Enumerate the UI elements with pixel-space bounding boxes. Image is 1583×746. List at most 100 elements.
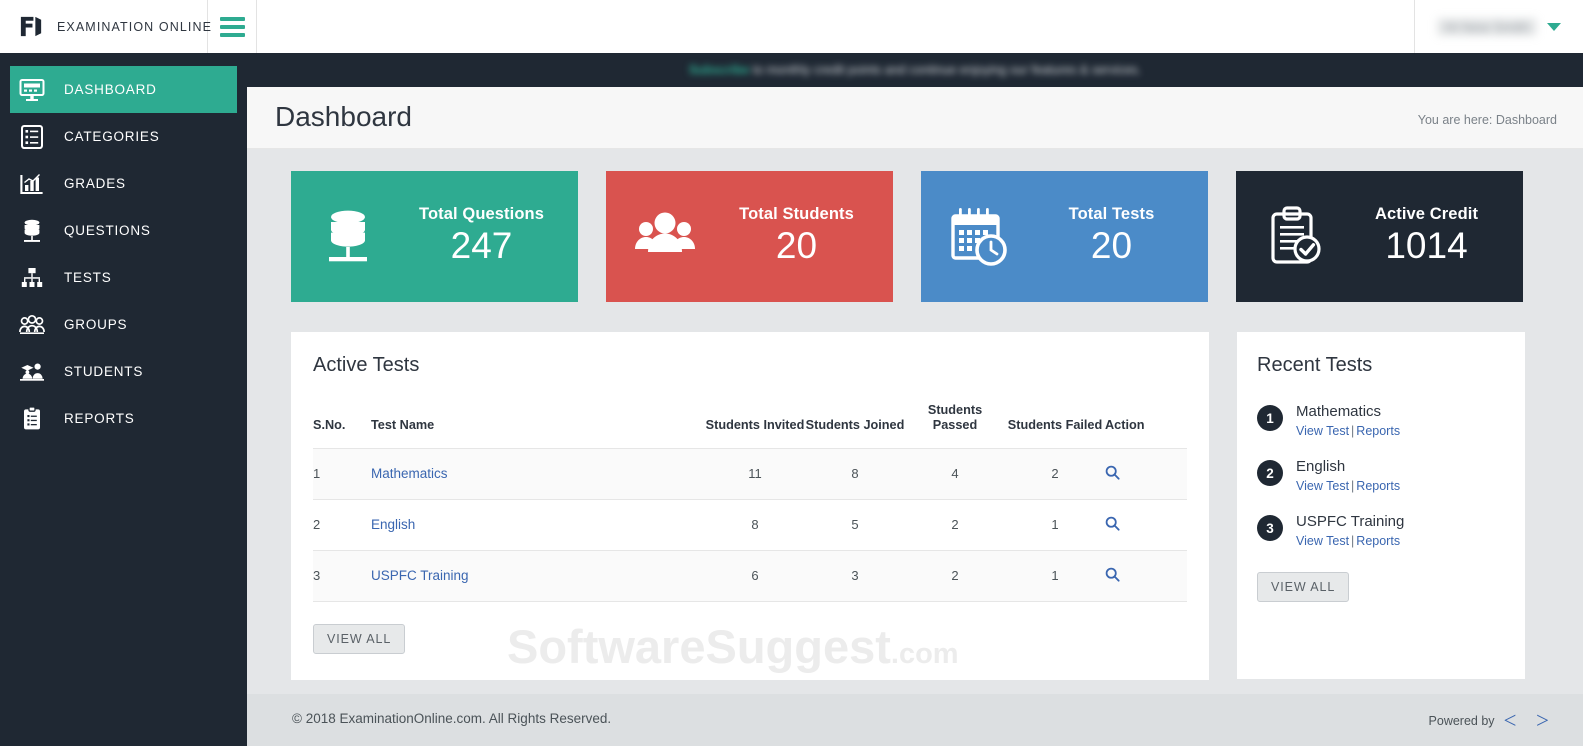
recent-test-number: 2 [1257,460,1283,486]
cell-students-passed: 2 [905,550,1005,601]
link-separator: | [1351,534,1354,548]
magnifier-icon[interactable] [1105,516,1120,531]
list-item: 2 English View Test | Reports [1257,458,1505,493]
reports-link[interactable]: Reports [1356,424,1400,438]
reports-link[interactable]: Reports [1356,479,1400,493]
footer: © 2018 ExaminationOnline.com. All Rights… [247,694,1583,746]
cell-students-failed: 2 [1005,448,1105,499]
stat-card-value: 247 [451,224,513,268]
stat-card-label: Total Questions [419,205,544,224]
cell-students-joined: 3 [805,550,905,601]
sidebar-item-dashboard[interactable]: DASHBOARD [10,66,237,113]
col-students-failed-label: Students Failed [1008,418,1102,432]
sidebar-toggle-button[interactable] [208,0,257,53]
powered-by-logo-icon[interactable]: < 𝒼 > [1504,708,1551,734]
test-name-link[interactable]: English [371,517,415,532]
stat-card-text: Total Students 20 [716,205,877,268]
sidebar-item-students[interactable]: STUDENTS [0,348,247,395]
view-test-link[interactable]: View Test [1296,479,1349,493]
stat-card-value: 20 [1091,224,1132,268]
sidebar-item-label: GROUPS [64,317,127,332]
people-group-icon [632,204,698,270]
brand-logo-icon [18,13,45,40]
cell-students-failed: 1 [1005,499,1105,550]
sidebar-item-label: REPORTS [64,411,135,426]
table-body: 1 Mathematics 11 8 4 2 2 English 8 5 2 1… [313,448,1187,601]
chevron-down-icon [1547,23,1561,31]
stat-cards-row: Total Questions 247 Total Students 20 To… [291,171,1523,302]
panel-title: Active Tests [313,354,1187,377]
sidebar-item-tests[interactable]: TESTS [0,254,247,301]
calendar-clock-icon [947,204,1013,270]
page-header: Dashboard You are here: Dashboard [247,87,1583,149]
cell-students-failed: 1 [1005,550,1105,601]
top-bar: EXAMINATION ONLINE Hi New Smith [0,0,1583,53]
sidebar-item-questions[interactable]: QUESTIONS [0,207,247,254]
notice-body: to monthly credit points and continue en… [749,63,1141,77]
stat-card-total-tests[interactable]: Total Tests 20 [921,171,1208,302]
stat-card-label: Total Students [739,205,854,224]
recent-test-links: View Test | Reports [1296,424,1400,438]
cell-sno: 1 [313,448,371,499]
stat-card-total-questions[interactable]: Total Questions 247 [291,171,578,302]
students-icon [18,358,46,386]
table-header-row: S.No. Test Name Students Invited Student… [313,403,1187,448]
sidebar: DASHBOARD CATEGORIES GRADES QUESTIONS TE… [0,0,247,746]
notice-highlight-link[interactable]: Subscribe [689,63,749,77]
stat-card-value: 1014 [1385,224,1467,268]
brand-name: EXAMINATION ONLINE [57,20,212,34]
sitemap-icon [18,264,46,292]
powered-by-label: Powered by [1429,714,1495,728]
magnifier-icon[interactable] [1105,567,1120,582]
bar-chart-icon [18,170,46,198]
reports-link[interactable]: Reports [1356,534,1400,548]
database-icon [317,204,383,270]
active-tests-view-all-button[interactable]: VIEW ALL [313,624,405,654]
cell-sno: 3 [313,550,371,601]
content-area: Total Questions 247 Total Students 20 To… [247,149,1583,694]
col-action: Action [1105,403,1187,448]
sidebar-item-categories[interactable]: CATEGORIES [0,113,247,160]
stat-card-active-credit[interactable]: Active Credit 1014 [1236,171,1523,302]
magnifier-icon[interactable] [1105,465,1120,480]
sidebar-item-label: CATEGORIES [64,129,160,144]
col-test-name: Test Name [371,403,705,448]
stat-card-label: Active Credit [1375,205,1478,224]
test-name-link[interactable]: Mathematics [371,466,448,481]
database-icon [18,217,46,245]
recent-test-links: View Test | Reports [1296,534,1404,548]
list-item: 3 USPFC Training View Test | Reports [1257,513,1505,548]
cell-action [1105,550,1187,601]
recent-tests-view-all-button[interactable]: VIEW ALL [1257,572,1349,602]
sidebar-item-groups[interactable]: GROUPS [0,301,247,348]
user-menu[interactable]: Hi New Smith [1415,0,1583,53]
stat-card-total-students[interactable]: Total Students 20 [606,171,893,302]
col-students-invited: Students Invited [705,403,805,448]
copyright-text: © 2018 ExaminationOnline.com. All Rights… [292,711,611,726]
cell-students-invited: 11 [705,448,805,499]
recent-tests-panel: Recent Tests 1 Mathematics View Test | Rep… [1237,332,1525,679]
stat-card-text: Total Tests 20 [1031,205,1192,268]
recent-test-info: Mathematics View Test | Reports [1296,403,1400,438]
recent-test-links: View Test | Reports [1296,479,1400,493]
sidebar-item-reports[interactable]: REPORTS [0,395,247,442]
test-name-link[interactable]: USPFC Training [371,568,469,583]
col-students-passed-label: Students Passed [928,403,982,432]
table-row: 2 English 8 5 2 1 [313,499,1187,550]
breadcrumb: You are here: Dashboard [1418,113,1557,127]
cell-action [1105,448,1187,499]
panel-title: Recent Tests [1257,354,1505,377]
clipboard-check-icon [1262,204,1328,270]
sidebar-item-grades[interactable]: GRADES [0,160,247,207]
table-row: 1 Mathematics 11 8 4 2 [313,448,1187,499]
recent-test-info: English View Test | Reports [1296,458,1400,493]
brand[interactable]: EXAMINATION ONLINE [0,0,208,53]
view-test-link[interactable]: View Test [1296,534,1349,548]
view-test-link[interactable]: View Test [1296,424,1349,438]
cell-students-joined: 8 [805,448,905,499]
list-box-icon [18,123,46,151]
cell-students-passed: 4 [905,448,1005,499]
clipboard-list-icon [18,405,46,433]
recent-test-info: USPFC Training View Test | Reports [1296,513,1404,548]
recent-test-number: 3 [1257,515,1283,541]
